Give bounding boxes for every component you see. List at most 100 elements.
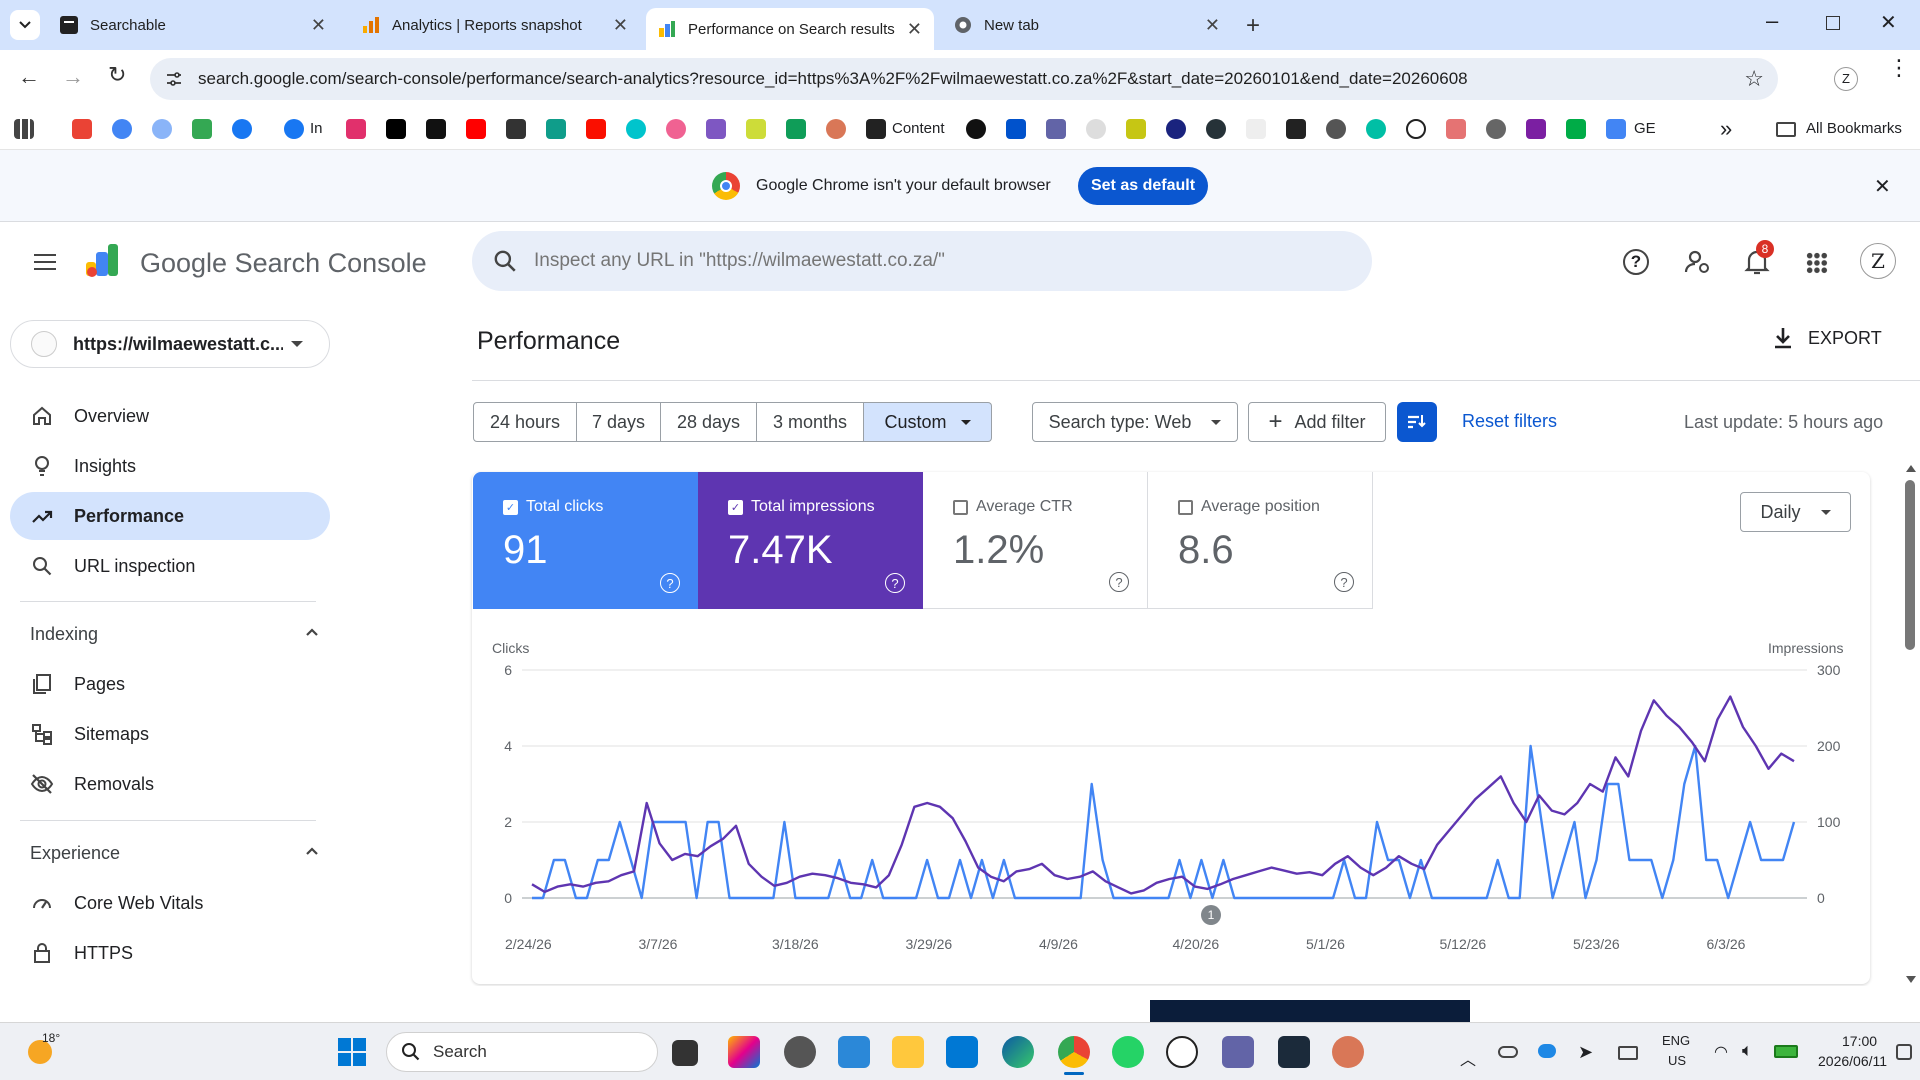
granularity-dropdown[interactable]: Daily [1740,492,1851,532]
page-scrollbar[interactable] [1900,465,1920,985]
bookmark-icon[interactable] [1406,119,1426,139]
whatsapp-icon[interactable] [1112,1036,1144,1068]
search-type-dropdown[interactable]: Search type: Web [1032,402,1238,442]
address-bar[interactable]: search.google.com/search-console/perform… [150,58,1778,100]
close-icon[interactable]: ✕ [1205,15,1220,36]
property-selector[interactable]: https://wilmaewestatt.c... [10,320,330,368]
taskbar-app-icon[interactable] [838,1036,870,1068]
filter-settings-button[interactable] [1397,402,1437,442]
claude-icon[interactable] [826,119,846,139]
metric-card-total-clicks[interactable]: ✓ Total clicks 91 ? [473,472,698,609]
youtube-icon[interactable] [466,119,486,139]
reset-filters-link[interactable]: Reset filters [1462,411,1557,432]
battery-icon[interactable] [1774,1045,1798,1058]
bookmark-ge-label[interactable]: GE [1634,120,1656,137]
all-bookmarks-link[interactable]: All Bookmarks [1806,120,1902,137]
date-range-3-months[interactable]: 3 months [757,402,864,442]
bookmark-icon[interactable] [1166,119,1186,139]
language-label[interactable]: ENG [1662,1033,1690,1048]
gmail-icon[interactable] [72,119,92,139]
bookmark-icon[interactable] [1126,119,1146,139]
clock-time[interactable]: 17:00 [1842,1033,1877,1049]
close-icon[interactable]: ✕ [907,19,922,40]
date-range-24-hours[interactable]: 24 hours [473,402,577,442]
bookmark-icon[interactable] [1486,119,1506,139]
close-icon[interactable]: ✕ [311,15,326,36]
forward-icon[interactable]: → [62,64,84,90]
restore-icon[interactable] [1826,16,1840,30]
chrome-taskbar-icon[interactable] [1058,1036,1090,1068]
clock-date[interactable]: 2026/06/11 [1818,1053,1887,1069]
sidebar-section-experience[interactable]: Experience [30,843,320,864]
wifi-icon[interactable]: ◠ [1714,1042,1728,1062]
tab-search-dropdown-button[interactable] [10,10,40,40]
new-tab-button[interactable]: + [1246,12,1260,40]
bookmark-icon[interactable] [546,119,566,139]
bookmark-icon[interactable] [1086,119,1106,139]
sidebar-section-indexing[interactable]: Indexing [30,624,320,645]
scrollbar-thumb[interactable] [1905,480,1915,650]
checkbox-checked-icon[interactable]: ✓ [503,499,518,515]
bookmark-content-label[interactable]: Content [892,120,945,137]
help-icon[interactable]: ? [1109,572,1129,592]
scroll-up-icon[interactable] [1906,465,1916,472]
notification-center-icon[interactable] [1896,1044,1912,1060]
help-icon[interactable]: ? [1623,249,1649,275]
more-bookmarks-icon[interactable]: » [1720,116,1732,142]
sidebar-item-https[interactable]: HTTPS [10,929,330,977]
date-range-custom[interactable]: Custom [864,402,992,442]
google-icon[interactable] [112,119,132,139]
bookmark-icon[interactable] [1526,119,1546,139]
url-inspect-search-bar[interactable] [472,231,1372,291]
windows-start-icon[interactable] [338,1038,366,1066]
keyboard-icon[interactable] [1618,1046,1638,1060]
bookmark-icon[interactable] [1446,119,1466,139]
help-icon[interactable]: ? [885,573,905,593]
bookmark-icon[interactable] [506,119,526,139]
bookmark-icon[interactable] [1206,119,1226,139]
bookmark-icon[interactable] [706,119,726,139]
taskbar-app-icon[interactable] [1278,1036,1310,1068]
edge-icon[interactable] [1002,1036,1034,1068]
content-icon[interactable] [866,119,886,139]
metric-card-average-ctr[interactable]: Average CTR 1.2% ? [923,472,1148,609]
cloud-sync-icon[interactable] [1538,1044,1556,1058]
task-view-icon[interactable] [672,1040,698,1066]
bookmark-icon[interactable] [746,119,766,139]
bookmark-in-label[interactable]: In [310,120,323,137]
manage-users-icon[interactable] [1684,248,1712,276]
x-icon[interactable] [386,119,406,139]
pin-icon[interactable] [666,119,686,139]
back-icon[interactable]: ← [18,64,40,90]
checkbox-unchecked-icon[interactable] [953,499,968,515]
date-range-28-days[interactable]: 28 days [661,402,757,442]
chat-icon[interactable] [1566,119,1586,139]
sidebar-item-pages[interactable]: Pages [10,660,330,708]
copilot-icon[interactable] [728,1036,760,1068]
date-range-7-days[interactable]: 7 days [577,402,661,442]
taskbar-search-box[interactable]: Search [386,1032,658,1072]
star-bookmark-icon[interactable] [786,119,806,139]
chatgpt-icon[interactable] [1166,1036,1198,1068]
sidebar-item-performance[interactable]: Performance [10,492,330,540]
google-apps-icon[interactable] [1806,252,1828,274]
checkbox-checked-icon[interactable]: ✓ [728,499,743,515]
reload-icon[interactable]: ↻ [108,62,126,88]
sidebar-item-sitemaps[interactable]: Sitemaps [10,710,330,758]
sidebar-item-removals[interactable]: Removals [10,760,330,808]
tab-analytics[interactable]: Analytics | Reports snapshot ✕ [350,8,640,42]
add-filter-button[interactable]: + Add filter [1248,402,1386,442]
outlook-icon[interactable] [946,1036,978,1068]
bookmark-icon[interactable] [1286,119,1306,139]
instagram-icon[interactable] [346,119,366,139]
main-menu-icon[interactable] [34,254,56,270]
trello-icon[interactable] [1006,119,1026,139]
sidebar-item-url-inspection[interactable]: URL inspection [10,542,330,590]
close-icon[interactable]: ✕ [613,15,628,36]
gemini-icon[interactable] [152,119,172,139]
help-icon[interactable]: ? [660,573,680,593]
minimize-icon[interactable]: – [1766,8,1778,34]
annotation-marker[interactable]: 1 [1201,905,1221,925]
star-icon[interactable]: ☆ [1744,66,1764,92]
facebook-icon[interactable] [284,119,304,139]
